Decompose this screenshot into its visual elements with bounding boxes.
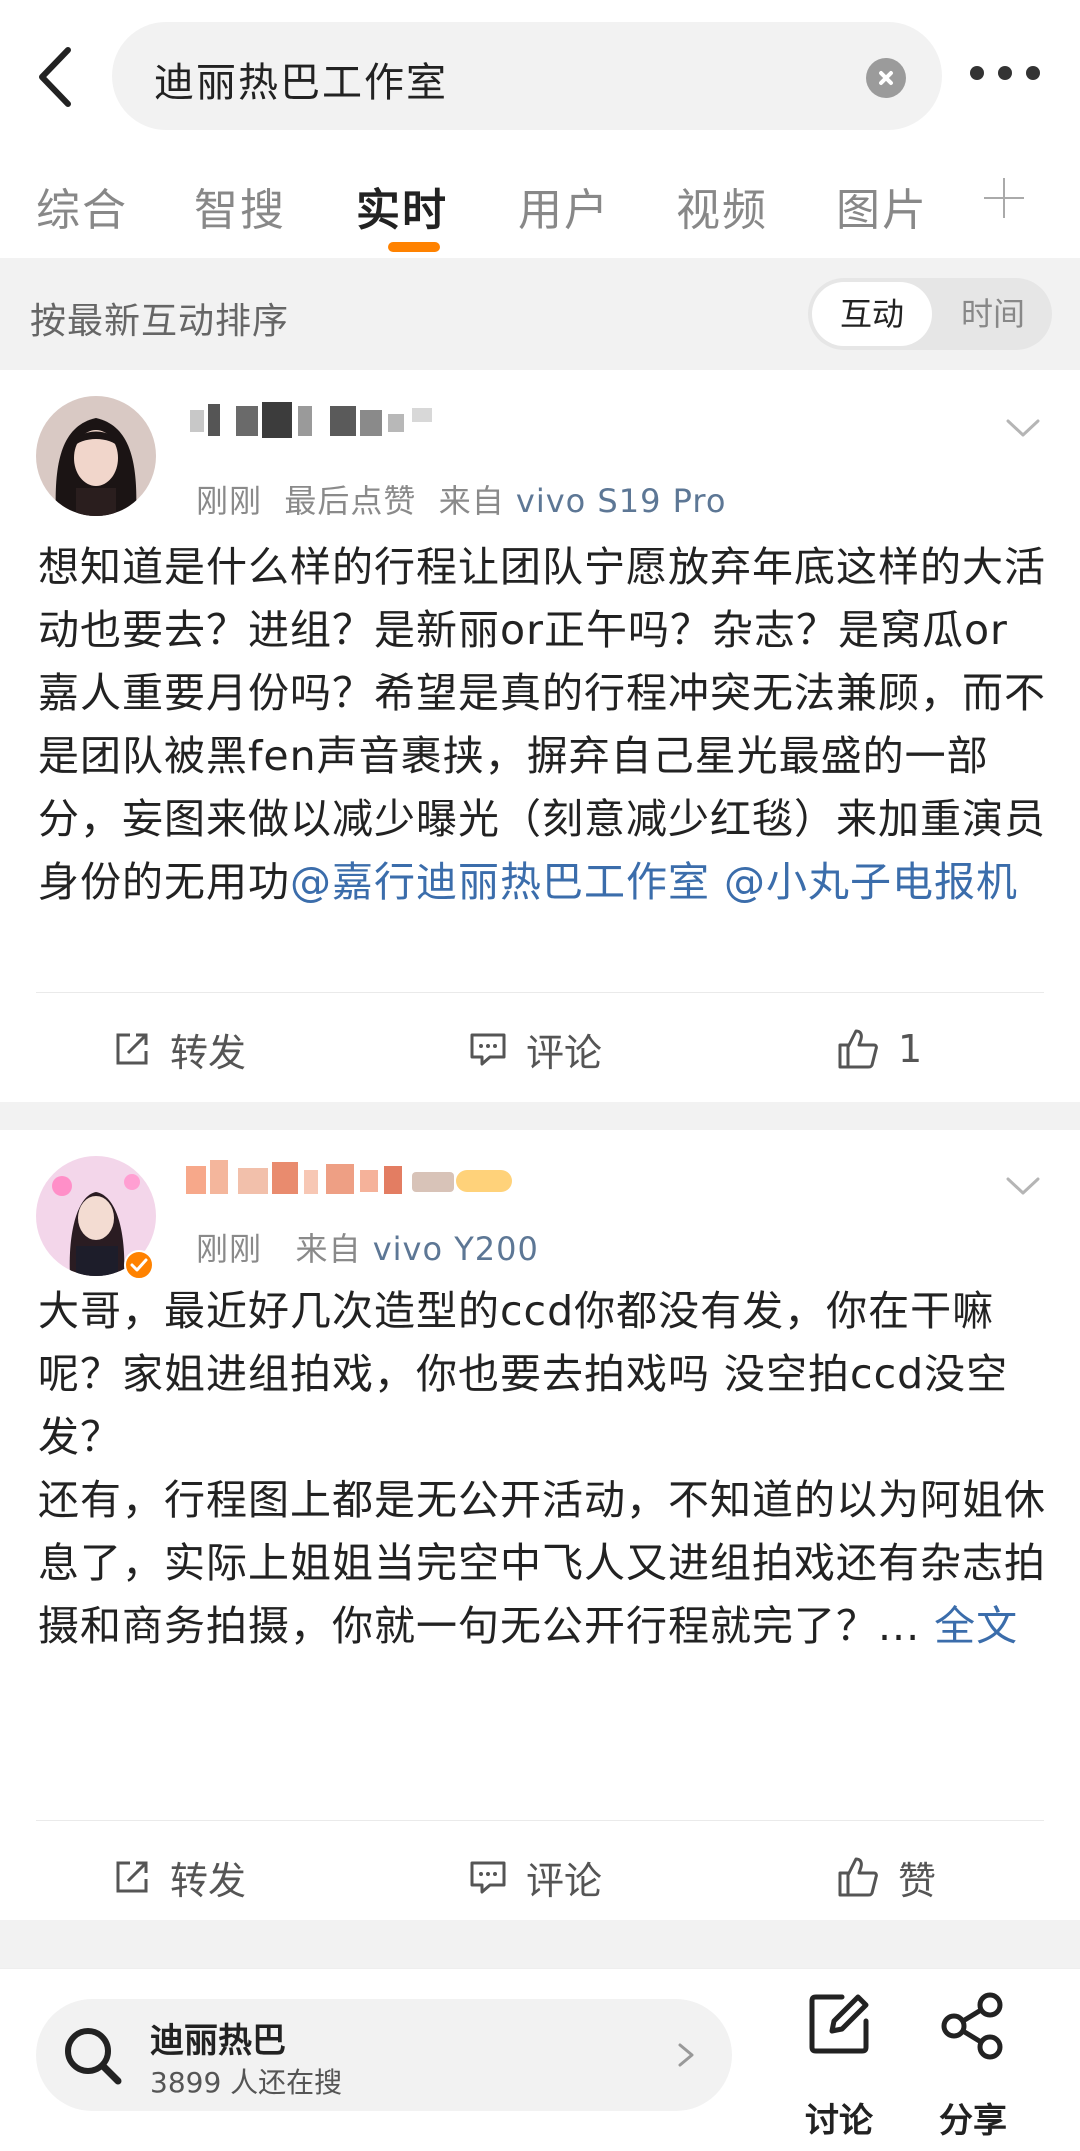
discuss-label: 讨论 [805,2101,873,2141]
comment-label: 评论 [526,1858,603,1903]
post-last-like: 最后点赞 [284,482,417,520]
tab-users[interactable]: 用户 [518,174,610,238]
post-actions: 转发 评论 1 [36,992,1044,1102]
share-label: 分享 [939,2101,1007,2141]
post-content-continued: 还有，行程图上都是无公开活动，不知道的以为阿姐休息了，实际上姐姐当完空中飞人又进… [38,1476,1046,1650]
tab-smart-search[interactable]: 智搜 [194,174,286,238]
like-icon [838,1857,878,1897]
more-icon[interactable] [970,58,1040,88]
clear-icon[interactable] [866,58,906,98]
tab-images[interactable]: 图片 [836,174,928,238]
repost-button[interactable]: 转发 [112,1847,246,1907]
sort-option-time[interactable]: 时间 [938,282,1048,346]
mention-link[interactable]: @嘉行迪丽热巴工作室 [290,858,710,906]
read-more-link[interactable]: 全文 [934,1602,1018,1650]
sort-option-interaction[interactable]: 互动 [812,282,932,346]
post-source-prefix: 来自 [438,482,505,520]
comment-button[interactable]: 评论 [468,1019,602,1079]
active-tab-indicator [388,242,440,252]
sort-toggle[interactable]: 互动 时间 [808,278,1052,350]
search-header: 迪丽热巴工作室 [0,0,1080,150]
repost-label: 转发 [170,1030,247,1075]
edit-icon [809,1994,869,2054]
post-device[interactable]: vivo Y200 [373,1230,539,1268]
repost-icon [116,1033,148,1065]
tab-realtime[interactable]: 实时 [356,174,448,238]
repost-icon [116,1861,148,1893]
sort-bar: 按最新互动排序 互动 时间 [0,258,1080,370]
post-source-prefix: 来自 [295,1230,362,1268]
post-time: 刚刚 [196,1230,263,1268]
search-query: 迪丽热巴工作室 [154,60,448,106]
separator [0,1920,1080,1968]
post-actions: 转发 评论 赞 [36,1820,1044,1920]
bottom-bar: 迪丽热巴 3899 人还在搜 讨论 分享 [0,1968,1080,2151]
like-button[interactable]: 赞 [836,1847,936,1907]
search-icon [65,2028,122,2085]
comment-button[interactable]: 评论 [468,1847,602,1907]
chevron-right-icon [678,2043,694,2067]
tab-comprehensive[interactable]: 综合 [36,174,128,238]
discuss-button[interactable]: 讨论 [784,1991,894,2141]
chevron-down-icon[interactable] [1006,418,1040,438]
like-label: 赞 [898,1858,937,1903]
post-card: 刚刚 来自 vivo Y200 大哥，最近好几次造型的ccd你都没有发，你在干嘛… [0,1130,1080,1920]
comment-icon [470,1861,506,1894]
share-icon [941,1992,1003,2060]
separator [0,1102,1080,1130]
mention-link[interactable]: @小丸子电报机 [724,858,1018,906]
post-text[interactable]: 大哥，最近好几次造型的ccd你都没有发，你在干嘛呢？家姐进组拍戏，你也要去拍戏吗… [38,1280,1048,1658]
username-blurred[interactable] [190,400,440,440]
post-meta: 刚刚 最后点赞 来自 vivo S19 Pro [196,476,726,522]
like-button[interactable]: 1 [836,1019,922,1079]
avatar[interactable] [36,396,156,516]
chevron-down-icon[interactable] [1006,1176,1040,1196]
sort-label: 按最新互动排序 [30,301,290,342]
tab-bar: 综合 智搜 实时 用户 视频 图片 [0,150,1080,258]
hot-search-title: 迪丽热巴 [150,2021,286,2061]
username-blurred[interactable] [186,1158,516,1198]
search-input[interactable]: 迪丽热巴工作室 [112,22,942,130]
hot-search-entry[interactable]: 迪丽热巴 3899 人还在搜 [36,1999,732,2111]
post-time: 刚刚 [196,482,263,520]
post-device[interactable]: vivo S19 Pro [516,482,726,520]
verified-badge-icon [124,1250,154,1280]
share-button[interactable]: 分享 [918,1991,1028,2141]
like-count: 1 [898,1027,923,1071]
back-arrow-icon[interactable] [28,42,88,112]
comment-icon [470,1033,506,1066]
post-content: 大哥，最近好几次造型的ccd你都没有发，你在干嘛呢？家姐进组拍戏，你也要去拍戏吗… [38,1287,1009,1461]
post-content: 想知道是什么样的行程让团队宁愿放弃年底这样的大活动也要去？进组？是新丽or正午吗… [38,543,1046,906]
plus-icon[interactable] [982,176,1026,220]
repost-button[interactable]: 转发 [112,1019,246,1079]
post-card: 刚刚 最后点赞 来自 vivo S19 Pro 想知道是什么样的行程让团队宁愿放… [0,370,1080,1102]
tab-videos[interactable]: 视频 [676,174,768,238]
hot-search-count: 3899 人还在搜 [150,2066,343,2099]
post-text[interactable]: 想知道是什么样的行程让团队宁愿放弃年底这样的大活动也要去？进组？是新丽or正午吗… [38,536,1048,914]
post-meta: 刚刚 来自 vivo Y200 [196,1224,539,1270]
like-icon [838,1029,878,1069]
comment-label: 评论 [526,1030,603,1075]
repost-label: 转发 [170,1858,247,1903]
